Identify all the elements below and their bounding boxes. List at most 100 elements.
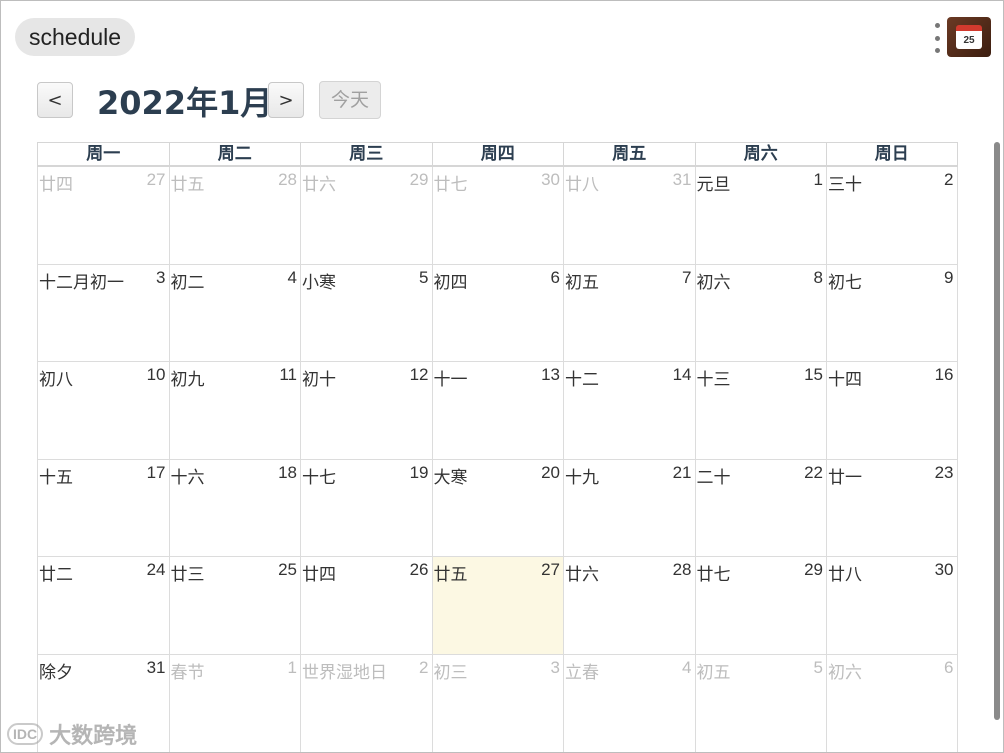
lunar-date-label: 廿四 xyxy=(302,565,336,585)
day-number: 18 xyxy=(278,462,297,482)
lunar-date-label: 廿三 xyxy=(170,565,205,585)
day-number: 16 xyxy=(934,365,954,385)
calendar-day[interactable]: 二十 22 xyxy=(694,459,827,557)
calendar-day[interactable]: 廿一 23 xyxy=(826,459,958,557)
lunar-date-label: 十二月初一 xyxy=(39,272,124,292)
calendar-day[interactable]: 廿四 27 xyxy=(37,167,169,264)
weekday-label: 周日 xyxy=(826,143,958,165)
calendar-week-row: 廿二 24 廿三 25 廿四 26 廿五 27 廿六 28 廿七 29 廿八 30 xyxy=(37,557,958,655)
calendar-week-row: 十五 17 十六 18 十七 19 大寒 20 十九 21 二十 22 廿一 23 xyxy=(37,459,958,558)
watermark-logo-icon: IDC xyxy=(7,723,44,745)
calendar-day[interactable]: 廿三 25 xyxy=(168,557,301,654)
lunar-date-label: 廿四 xyxy=(39,175,73,194)
prev-month-button[interactable]: < xyxy=(37,82,73,118)
calendar-app-icon[interactable]: 25 xyxy=(947,17,991,57)
calendar-day[interactable]: 初九 11 xyxy=(168,362,301,459)
calendar-day[interactable]: 初七 9 xyxy=(826,264,958,362)
lunar-date-label: 初六 xyxy=(828,662,862,682)
weekday-header: 周一 周二 周三 周四 周五 周六 周日 xyxy=(37,142,958,167)
calendar-day[interactable]: 十三 15 xyxy=(694,362,827,459)
calendar-page-icon: 25 xyxy=(956,25,982,49)
calendar-day[interactable]: 世界湿地日 2 xyxy=(300,654,432,752)
lunar-date-label: 十九 xyxy=(565,467,599,487)
day-number: 23 xyxy=(934,462,954,482)
calendar-day[interactable]: 廿七 29 xyxy=(694,557,827,654)
calendar-day[interactable]: 十二月初一 3 xyxy=(37,264,169,362)
app-title: schedule xyxy=(15,18,136,56)
calendar-day[interactable]: 元旦 1 xyxy=(694,167,827,264)
calendar-day[interactable]: 廿六 29 xyxy=(300,167,432,264)
lunar-date-label: 初九 xyxy=(170,370,205,390)
calendar-day[interactable]: 初三 3 xyxy=(431,654,564,752)
calendar-day-today[interactable]: 廿五 27 xyxy=(431,557,563,654)
calendar-day[interactable]: 十五 17 xyxy=(37,459,169,557)
calendar-day[interactable]: 初二 4 xyxy=(168,264,301,362)
month-title: 2022年1月 xyxy=(97,84,273,122)
calendar-week-row: 初八 10 初九 11 初十 12 十一 13 十二 14 十三 15 十四 16 xyxy=(37,362,958,460)
day-number: 28 xyxy=(672,560,692,580)
day-number: 14 xyxy=(672,365,692,385)
calendar-day[interactable]: 十一 13 xyxy=(431,362,564,459)
day-number: 30 xyxy=(541,170,560,189)
vertical-scrollbar[interactable] xyxy=(994,142,1000,720)
day-number: 6 xyxy=(944,657,954,677)
calendar-day[interactable]: 春节 1 xyxy=(168,654,301,752)
calendar-day[interactable]: 初四 6 xyxy=(431,264,564,362)
calendar-day[interactable]: 立春 4 xyxy=(563,654,695,752)
calendar-day[interactable]: 初五 5 xyxy=(694,654,827,752)
lunar-date-label: 三十 xyxy=(828,175,862,194)
calendar-day[interactable]: 廿六 28 xyxy=(563,557,695,654)
lunar-date-label: 廿六 xyxy=(565,565,599,585)
day-number: 7 xyxy=(682,267,692,287)
day-number: 21 xyxy=(672,462,692,482)
calendar-day[interactable]: 初十 12 xyxy=(300,362,432,459)
day-number: 9 xyxy=(944,267,954,287)
lunar-date-label: 初三 xyxy=(433,662,468,682)
lunar-date-label: 小寒 xyxy=(302,272,336,292)
calendar-day[interactable]: 廿四 26 xyxy=(300,557,432,654)
calendar-day[interactable]: 初六 6 xyxy=(826,654,958,752)
calendar-day[interactable]: 廿八 31 xyxy=(563,167,695,264)
calendar-day[interactable]: 廿二 24 xyxy=(37,557,169,654)
day-number: 31 xyxy=(146,657,166,677)
lunar-date-label: 初二 xyxy=(170,272,205,292)
day-number: 19 xyxy=(409,462,429,482)
calendar-day[interactable]: 十二 14 xyxy=(563,362,695,459)
weekday-label: 周一 xyxy=(37,143,169,165)
lunar-date-label: 廿八 xyxy=(565,175,599,194)
calendar-day[interactable]: 小寒 5 xyxy=(300,264,432,362)
calendar-day[interactable]: 廿五 28 xyxy=(168,167,301,264)
calendar-day[interactable]: 三十 2 xyxy=(826,167,958,264)
day-number: 30 xyxy=(934,560,954,580)
calendar-day[interactable]: 大寒 20 xyxy=(431,459,564,557)
calendar-day[interactable]: 初八 10 xyxy=(37,362,169,459)
day-number: 12 xyxy=(409,365,429,385)
watermark: IDC 大数跨境 xyxy=(7,717,137,751)
day-number: 27 xyxy=(146,170,166,189)
calendar-day[interactable]: 十七 19 xyxy=(300,459,432,557)
more-options-icon[interactable] xyxy=(931,23,943,53)
day-number: 2 xyxy=(419,657,429,677)
day-number: 24 xyxy=(146,560,166,580)
day-number: 10 xyxy=(146,365,166,385)
calendar-day[interactable]: 十六 18 xyxy=(168,459,301,557)
lunar-date-label: 初六 xyxy=(696,272,731,292)
calendar-day[interactable]: 十四 16 xyxy=(826,362,958,459)
calendar-day[interactable]: 初五 7 xyxy=(563,264,695,362)
calendar-day[interactable]: 十九 21 xyxy=(563,459,695,557)
calendar-week-row: 廿四 27 廿五 28 廿六 29 廿七 30 廿八 31 元旦 1 三十 2 xyxy=(37,167,958,265)
next-month-button[interactable]: > xyxy=(268,82,304,118)
calendar-day[interactable]: 廿八 30 xyxy=(826,557,958,654)
day-number: 5 xyxy=(813,657,823,677)
lunar-date-label: 世界湿地日 xyxy=(302,662,387,682)
dot xyxy=(934,48,940,53)
today-button[interactable]: 今天 xyxy=(319,81,381,119)
calendar-day[interactable]: 廿七 30 xyxy=(431,167,564,264)
day-number: 13 xyxy=(541,365,560,385)
lunar-date-label: 十五 xyxy=(39,467,73,487)
calendar-day[interactable]: 初六 8 xyxy=(694,264,827,362)
day-number: 5 xyxy=(419,267,429,287)
dot xyxy=(934,23,940,28)
lunar-date-label: 初十 xyxy=(302,370,336,390)
calendar-grid: 周一 周二 周三 周四 周五 周六 周日 廿四 27 廿五 28 廿六 29 廿七 30 廿八 3… xyxy=(37,142,958,752)
